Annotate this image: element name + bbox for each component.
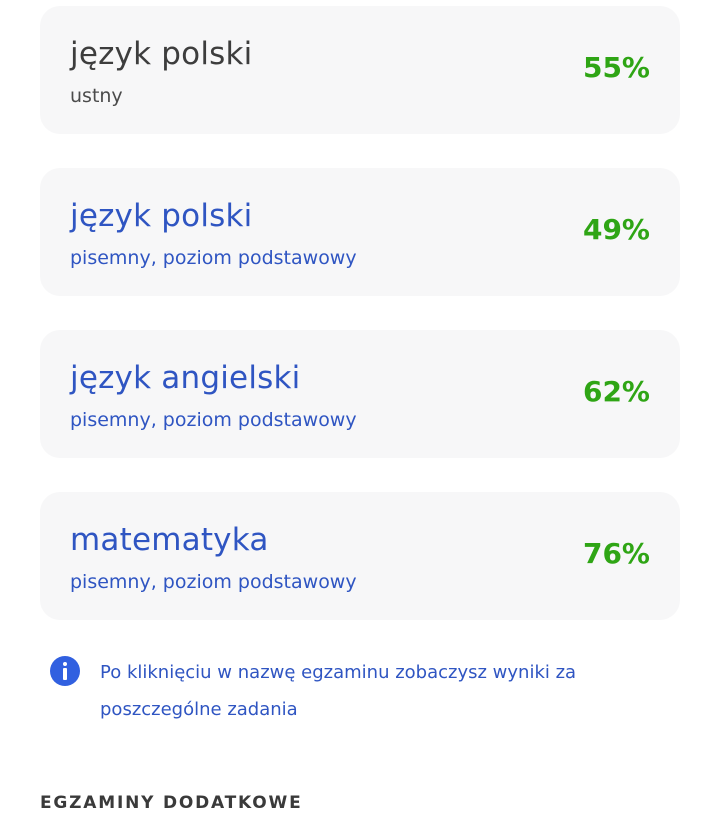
exam-name-link[interactable]: matematyka: [70, 522, 269, 558]
exam-detail: pisemny, poziom podstawowy: [70, 247, 357, 269]
exam-card-polish-oral: język polski ustny 55%: [40, 6, 680, 134]
exam-card-english-written[interactable]: język angielski pisemny, poziom podstawo…: [40, 330, 680, 458]
exam-detail: pisemny, poziom podstawowy: [70, 409, 357, 431]
exam-name-link[interactable]: język angielski: [70, 360, 300, 396]
exam-name: język polski: [70, 36, 253, 72]
exam-name-link[interactable]: język polski: [70, 198, 252, 234]
info-icon: [50, 656, 80, 686]
exam-score: 55%: [582, 51, 650, 84]
exam-card-polish-written[interactable]: język polski pisemny, poziom podstawowy …: [40, 168, 680, 296]
exam-results-page: język polski ustny 55% język polski pise…: [0, 0, 720, 822]
exam-card-math-written[interactable]: matematyka pisemny, poziom podstawowy 76…: [40, 492, 680, 620]
info-text: Po kliknięciu w nazwę egzaminu zobaczysz…: [100, 662, 577, 720]
exam-score: 62%: [582, 375, 650, 408]
exam-detail: pisemny, poziom podstawowy: [70, 571, 357, 593]
exam-detail: ustny: [70, 85, 123, 107]
exam-score: 76%: [582, 537, 650, 570]
section-heading: EGZAMINY DODATKOWE: [40, 793, 303, 813]
exam-results-list: język polski ustny 55% język polski pise…: [40, 6, 680, 654]
exam-score: 49%: [582, 213, 650, 246]
